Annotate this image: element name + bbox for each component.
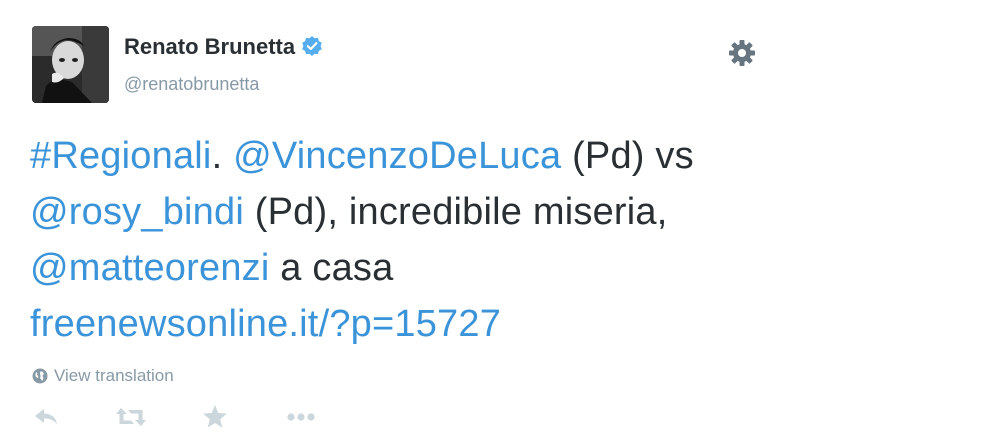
user-display-name[interactable]: Renato Brunetta	[124, 34, 323, 60]
tweet-text-segment-2: (Pd), incredibile miseria,	[243, 191, 668, 233]
avatar-photo	[32, 26, 109, 103]
verified-badge-icon	[301, 35, 323, 57]
tweet-text: #Regionali. @VincenzoDeLuca (Pd) vs @ros…	[30, 128, 930, 352]
tweet-card: Renato Brunetta @renatobrunetta #Regiona…	[0, 0, 992, 447]
mention-link-rosy-bindi[interactable]: @rosy_bindi	[30, 191, 244, 233]
user-handle[interactable]: @renatobrunetta	[124, 74, 259, 95]
mention-link-vincenzodeluca[interactable]: @VincenzoDeLuca	[233, 135, 561, 177]
avatar[interactable]	[32, 26, 109, 103]
hashtag-link[interactable]: #Regionali	[30, 135, 212, 177]
view-translation-label: View translation	[54, 366, 174, 385]
retweet-icon[interactable]	[114, 402, 148, 432]
reply-icon[interactable]	[32, 402, 66, 432]
display-name-text: Renato Brunetta	[124, 34, 296, 59]
tweet-text-segment-1: (Pd) vs	[561, 135, 694, 177]
gear-icon[interactable]	[726, 37, 758, 69]
tweet-text-segment-3: a casa	[269, 247, 394, 289]
external-url-link[interactable]: freenewsonline.it/?p=15727	[30, 303, 501, 345]
mention-link-matteorenzi[interactable]: @matteorenzi	[30, 247, 270, 289]
globe-icon	[32, 368, 48, 384]
tweet-actions	[30, 402, 350, 432]
favorite-icon[interactable]	[200, 402, 234, 432]
more-icon[interactable]	[284, 402, 318, 432]
tweet-text-dot: .	[211, 135, 223, 177]
view-translation-link[interactable]: View translation	[32, 366, 174, 386]
